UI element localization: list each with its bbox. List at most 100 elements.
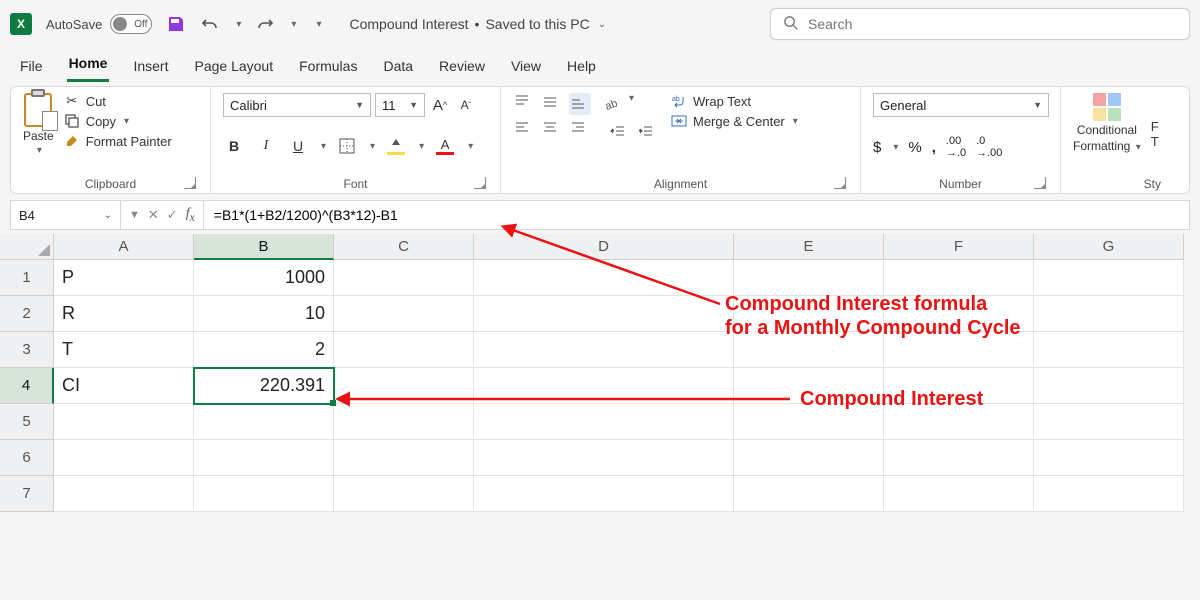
align-left-icon[interactable] xyxy=(513,119,535,141)
cell-f7[interactable] xyxy=(884,476,1034,512)
tab-home[interactable]: Home xyxy=(67,55,110,82)
cell-c1[interactable] xyxy=(334,260,474,296)
format-painter-button[interactable]: Format Painter xyxy=(64,133,172,149)
conditional-formatting-button[interactable]: Conditional Formatting ▾ xyxy=(1073,93,1141,153)
row-header-2[interactable]: 2 xyxy=(0,296,54,332)
tab-file[interactable]: File xyxy=(18,58,45,82)
row-header-6[interactable]: 6 xyxy=(0,440,54,476)
cell-g2[interactable] xyxy=(1034,296,1184,332)
row-header-5[interactable]: 5 xyxy=(0,404,54,440)
fx-icon[interactable]: fx xyxy=(186,206,195,224)
comma-style-button[interactable]: , xyxy=(932,139,936,156)
tab-formulas[interactable]: Formulas xyxy=(297,58,359,82)
cell-c6[interactable] xyxy=(334,440,474,476)
cell-a6[interactable] xyxy=(54,440,194,476)
cell-g3[interactable] xyxy=(1034,332,1184,368)
tab-review[interactable]: Review xyxy=(437,58,487,82)
column-header-d[interactable]: D xyxy=(474,234,734,260)
cell-e1[interactable] xyxy=(734,260,884,296)
cut-button[interactable]: ✂Cut xyxy=(64,93,172,109)
cell-g5[interactable] xyxy=(1034,404,1184,440)
copy-button[interactable]: Copy▾ xyxy=(64,113,172,129)
decrease-decimal-icon[interactable]: .0→.00 xyxy=(976,135,1002,159)
cell-e6[interactable] xyxy=(734,440,884,476)
increase-decimal-icon[interactable]: .00→.0 xyxy=(946,135,966,159)
tab-data[interactable]: Data xyxy=(381,58,415,82)
cell-g4[interactable] xyxy=(1034,368,1184,404)
cell-c5[interactable] xyxy=(334,404,474,440)
cell-a3[interactable]: T xyxy=(54,332,194,368)
cell-b6[interactable] xyxy=(194,440,334,476)
cell-a5[interactable] xyxy=(54,404,194,440)
column-header-f[interactable]: F xyxy=(884,234,1034,260)
bold-button[interactable]: B xyxy=(223,135,245,157)
dialog-launcher-icon[interactable] xyxy=(834,177,846,189)
cell-d3[interactable] xyxy=(474,332,734,368)
align-right-icon[interactable] xyxy=(569,119,591,141)
tab-page-layout[interactable]: Page Layout xyxy=(192,58,275,82)
cell-b1[interactable]: 1000 xyxy=(194,260,334,296)
cell-a7[interactable] xyxy=(54,476,194,512)
tab-view[interactable]: View xyxy=(509,58,543,82)
cell-b7[interactable] xyxy=(194,476,334,512)
cell-e5[interactable] xyxy=(734,404,884,440)
percent-button[interactable]: % xyxy=(908,139,921,156)
cell-d7[interactable] xyxy=(474,476,734,512)
autosave-toggle[interactable]: Off xyxy=(110,14,152,34)
cell-b5[interactable] xyxy=(194,404,334,440)
undo-menu-icon[interactable]: ▾ xyxy=(236,19,241,30)
column-header-g[interactable]: G xyxy=(1034,234,1184,260)
underline-button[interactable]: U xyxy=(287,135,309,157)
wrap-text-button[interactable]: abWrap Text xyxy=(671,93,798,109)
column-header-b[interactable]: B xyxy=(194,234,334,260)
cell-c7[interactable] xyxy=(334,476,474,512)
cell-a4[interactable]: CI xyxy=(54,368,194,404)
cell-f1[interactable] xyxy=(884,260,1034,296)
search-box[interactable] xyxy=(770,8,1190,40)
italic-button[interactable]: I xyxy=(255,135,277,157)
font-color-button[interactable]: A xyxy=(434,135,456,157)
name-box[interactable]: B4⌄ xyxy=(11,201,121,229)
tab-help[interactable]: Help xyxy=(565,58,598,82)
qat-customize-icon[interactable]: ▾ xyxy=(316,19,321,30)
row-header-4[interactable]: 4 xyxy=(0,368,54,404)
cell-g6[interactable] xyxy=(1034,440,1184,476)
paste-button[interactable]: Paste ▾ xyxy=(23,93,54,156)
enter-icon[interactable]: ✓ xyxy=(167,207,178,223)
dialog-launcher-icon[interactable] xyxy=(1034,177,1046,189)
cell-a2[interactable]: R xyxy=(54,296,194,332)
cell-e3[interactable] xyxy=(734,332,884,368)
cell-c2[interactable] xyxy=(334,296,474,332)
currency-button[interactable]: $ xyxy=(873,139,881,156)
undo-button[interactable] xyxy=(200,14,220,34)
number-format-combo[interactable]: General▼ xyxy=(873,93,1049,117)
save-icon[interactable] xyxy=(166,14,186,34)
font-size-combo[interactable]: 11▼ xyxy=(375,93,425,117)
tab-insert[interactable]: Insert xyxy=(131,58,170,82)
cell-d6[interactable] xyxy=(474,440,734,476)
cell-d5[interactable] xyxy=(474,404,734,440)
decrease-indent-icon[interactable] xyxy=(607,121,629,143)
cell-e2[interactable] xyxy=(734,296,884,332)
cell-g7[interactable] xyxy=(1034,476,1184,512)
row-header-1[interactable]: 1 xyxy=(0,260,54,296)
decrease-font-icon[interactable]: Aˇ xyxy=(455,94,477,116)
cell-f6[interactable] xyxy=(884,440,1034,476)
document-title[interactable]: Compound Interest • Saved to this PC ⌄ xyxy=(349,16,606,32)
orientation-button[interactable]: ab xyxy=(601,93,623,115)
cell-g1[interactable] xyxy=(1034,260,1184,296)
align-center-icon[interactable] xyxy=(541,119,563,141)
cell-b4[interactable]: 220.391 xyxy=(194,368,334,404)
merge-center-button[interactable]: Merge & Center▾ xyxy=(671,113,798,129)
font-name-combo[interactable]: Calibri▼ xyxy=(223,93,371,117)
column-header-a[interactable]: A xyxy=(54,234,194,260)
column-header-c[interactable]: C xyxy=(334,234,474,260)
cell-f5[interactable] xyxy=(884,404,1034,440)
formula-input[interactable] xyxy=(204,201,1189,229)
redo-menu-icon[interactable]: ▾ xyxy=(291,19,296,30)
dialog-launcher-icon[interactable] xyxy=(184,177,196,189)
select-all-corner[interactable] xyxy=(0,234,54,260)
cell-c4[interactable] xyxy=(334,368,474,404)
cell-d1[interactable] xyxy=(474,260,734,296)
dialog-launcher-icon[interactable] xyxy=(474,177,486,189)
